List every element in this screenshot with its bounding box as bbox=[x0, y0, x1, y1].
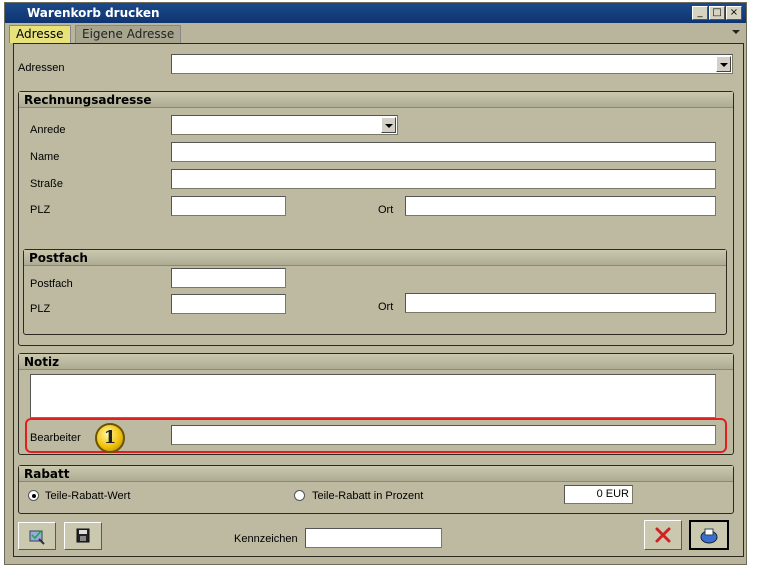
print-button[interactable] bbox=[689, 520, 729, 550]
window-title: Warenkorb drucken bbox=[27, 6, 160, 20]
notiz-textarea[interactable] bbox=[30, 374, 716, 418]
postfach-ort-label: Ort bbox=[378, 301, 394, 313]
strasse-field[interactable] bbox=[171, 169, 716, 189]
cancel-icon bbox=[655, 527, 671, 543]
save-icon bbox=[76, 528, 90, 543]
postfach-field[interactable] bbox=[171, 268, 286, 288]
kennzeichen-label: Kennzeichen bbox=[234, 533, 298, 545]
minimize-button[interactable]: _ bbox=[692, 6, 708, 20]
postfach-plz-label: PLZ bbox=[30, 303, 51, 315]
kennzeichen-field[interactable] bbox=[305, 528, 442, 548]
tab-strip: Adresse Eigene Adresse bbox=[9, 24, 742, 43]
save-button[interactable] bbox=[64, 522, 102, 550]
maximize-button[interactable]: □ bbox=[709, 6, 725, 20]
ort-field[interactable] bbox=[405, 196, 716, 216]
adressen-combo[interactable] bbox=[171, 54, 733, 74]
rabatt-wert-radio[interactable] bbox=[28, 490, 39, 501]
tab-adresse[interactable]: Adresse bbox=[9, 25, 71, 43]
postfach-plz-field[interactable] bbox=[171, 294, 286, 314]
print-cart-window: Warenkorb drucken _ □ × Adresse Eigene A… bbox=[4, 2, 747, 565]
plz-label: PLZ bbox=[30, 204, 51, 216]
tab-eigene-adresse[interactable]: Eigene Adresse bbox=[75, 25, 182, 43]
anrede-label: Anrede bbox=[30, 124, 66, 136]
rabatt-prozent-label[interactable]: Teile-Rabatt in Prozent bbox=[312, 490, 423, 502]
postfach-label: Postfach bbox=[30, 278, 73, 290]
rabatt-header: Rabatt bbox=[19, 466, 733, 482]
postfach-header: Postfach bbox=[24, 250, 726, 266]
rabatt-value-field[interactable]: 0 EUR bbox=[564, 485, 633, 504]
name-label: Name bbox=[30, 151, 60, 163]
step-badge: 1 bbox=[95, 423, 125, 453]
title-bar[interactable]: Warenkorb drucken _ □ × bbox=[5, 3, 746, 23]
notiz-header: Notiz bbox=[19, 354, 733, 370]
anrede-combo[interactable] bbox=[171, 115, 398, 135]
print-preview-button[interactable] bbox=[18, 522, 56, 550]
close-button[interactable]: × bbox=[726, 6, 742, 20]
name-field[interactable] bbox=[171, 142, 716, 162]
print-preview-icon bbox=[29, 530, 45, 545]
tab-dropdown-icon[interactable] bbox=[732, 30, 740, 34]
postfach-group: Postfach bbox=[23, 249, 727, 335]
plz-field[interactable] bbox=[171, 196, 286, 216]
rabatt-prozent-radio[interactable] bbox=[294, 490, 305, 501]
rabatt-wert-label[interactable]: Teile-Rabatt-Wert bbox=[45, 490, 130, 502]
print-icon bbox=[700, 528, 718, 544]
chevron-down-icon[interactable] bbox=[381, 117, 396, 133]
ort-label: Ort bbox=[378, 204, 394, 216]
chevron-down-icon[interactable] bbox=[716, 56, 731, 72]
address-panel: Adressen Rechnungsadresse Anrede Name St… bbox=[13, 43, 744, 557]
bearbeiter-highlight-frame bbox=[25, 418, 727, 453]
rechnungsadresse-header: Rechnungsadresse bbox=[19, 92, 733, 108]
cancel-button[interactable] bbox=[644, 520, 682, 550]
strasse-label: Straße bbox=[30, 178, 64, 190]
postfach-ort-field[interactable] bbox=[405, 293, 716, 313]
adressen-label: Adressen bbox=[18, 62, 65, 74]
